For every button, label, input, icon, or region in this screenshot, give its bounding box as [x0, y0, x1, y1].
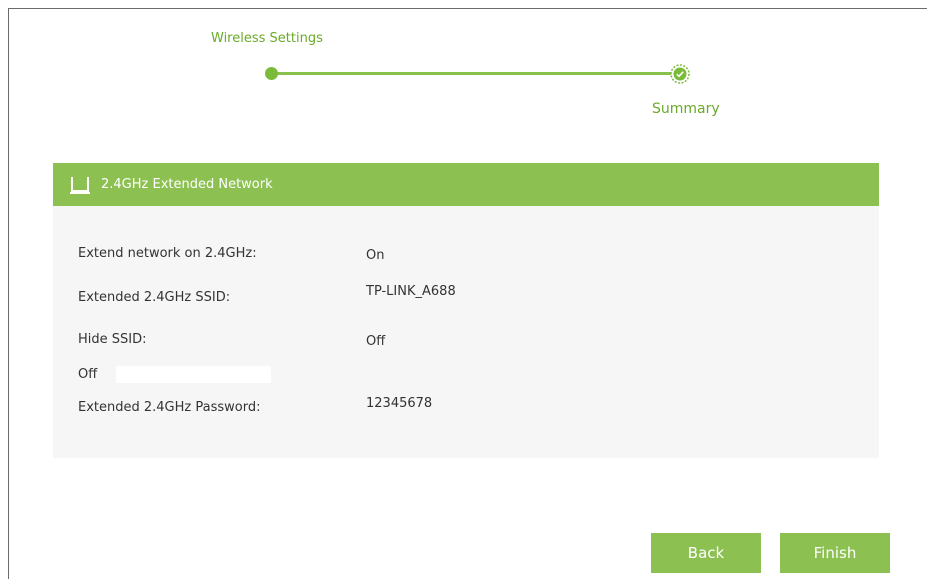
step-wireless-settings-label: Wireless Settings: [211, 31, 323, 46]
extended-network-panel: 2.4GHz Extended Network Extend network o…: [53, 163, 879, 458]
step-summary-label: Summary: [652, 101, 720, 117]
password-label: Extended 2.4GHz Password:: [78, 400, 261, 415]
extend-network-value: On: [366, 248, 385, 263]
ssid-value: TP-LINK_A688: [366, 284, 456, 299]
hide-ssid-label: Hide SSID:: [78, 332, 147, 347]
hidden-field-strip: [116, 366, 271, 383]
check-circle-icon: [670, 64, 690, 84]
extend-network-label: Extend network on 2.4GHz:: [78, 246, 257, 261]
panel-header: 2.4GHz Extended Network: [53, 163, 879, 206]
password-value: 12345678: [366, 396, 433, 411]
ssid-label: Extended 2.4GHz SSID:: [78, 290, 231, 305]
back-button[interactable]: Back: [651, 533, 761, 573]
router-icon: [70, 176, 90, 194]
hide-ssid-value: Off: [366, 334, 386, 349]
progress-line: [272, 72, 682, 75]
finish-button[interactable]: Finish: [780, 533, 890, 573]
step-wireless-settings-dot: [265, 67, 278, 80]
hidden-ssid-state-text: Off: [78, 367, 98, 382]
panel-title: 2.4GHz Extended Network: [101, 177, 273, 192]
